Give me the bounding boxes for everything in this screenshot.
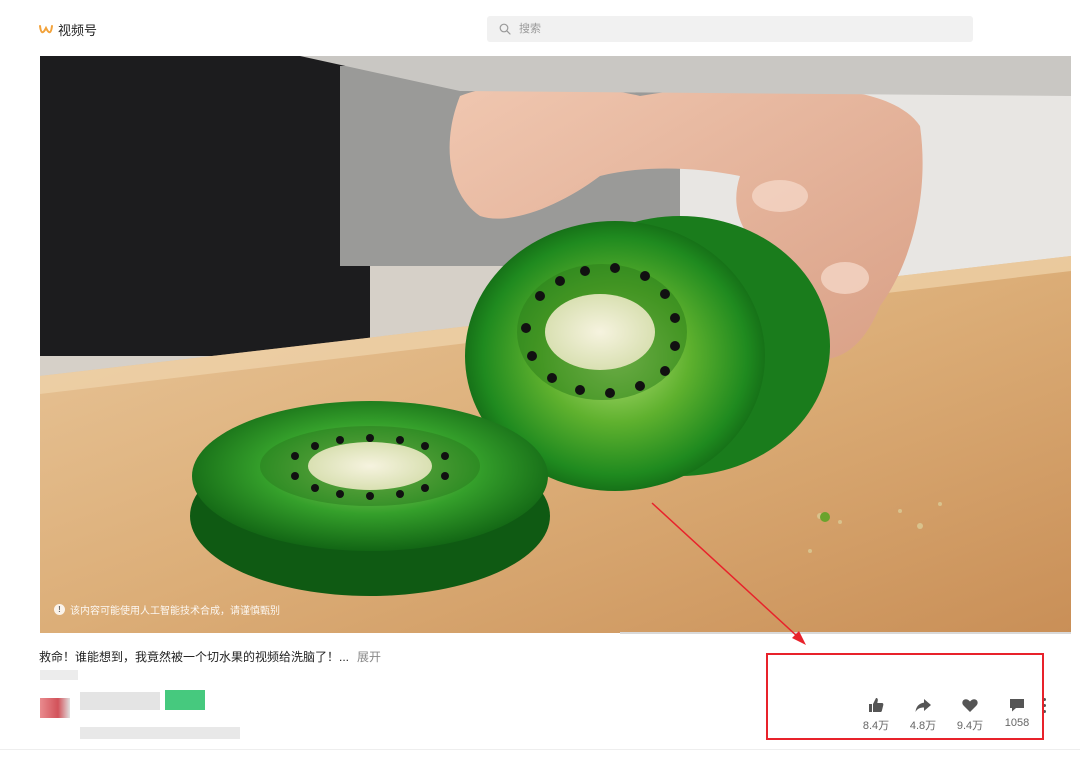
search-icon bbox=[499, 23, 511, 35]
logo-text: 视频号 bbox=[58, 23, 98, 38]
expand-link[interactable]: 展开 bbox=[357, 650, 381, 664]
info-icon: ! bbox=[54, 604, 65, 615]
search-bar[interactable] bbox=[487, 16, 973, 42]
author-avatar[interactable] bbox=[40, 698, 70, 718]
ai-generated-notice: ! 该内容可能使用人工智能技术合成，请谨慎甄别 bbox=[54, 602, 280, 617]
author-name-blurred[interactable] bbox=[80, 692, 160, 710]
channels-logo-icon bbox=[39, 24, 53, 33]
author-meta-blurred bbox=[80, 727, 240, 739]
ai-notice-text: 该内容可能使用人工智能技术合成，请谨慎甄别 bbox=[70, 606, 280, 617]
search-input[interactable] bbox=[517, 22, 921, 36]
caption-text: 救命！谁能想到，我竟然被一个切水果的视频给洗脑了！... bbox=[39, 650, 350, 664]
divider bbox=[0, 749, 1080, 750]
video-progress-bar[interactable] bbox=[620, 632, 1071, 634]
blurred-tag bbox=[40, 670, 78, 680]
video-caption: 救命！谁能想到，我竟然被一个切水果的视频给洗脑了！... 展开 bbox=[39, 648, 381, 665]
video-player[interactable]: ! 该内容可能使用人工智能技术合成，请谨慎甄别 bbox=[40, 56, 1071, 633]
author-badge bbox=[165, 690, 205, 710]
annotation-highlight-box bbox=[766, 653, 1044, 740]
channels-logo[interactable]: 视频号 bbox=[38, 20, 97, 39]
video-frame bbox=[40, 56, 1071, 633]
